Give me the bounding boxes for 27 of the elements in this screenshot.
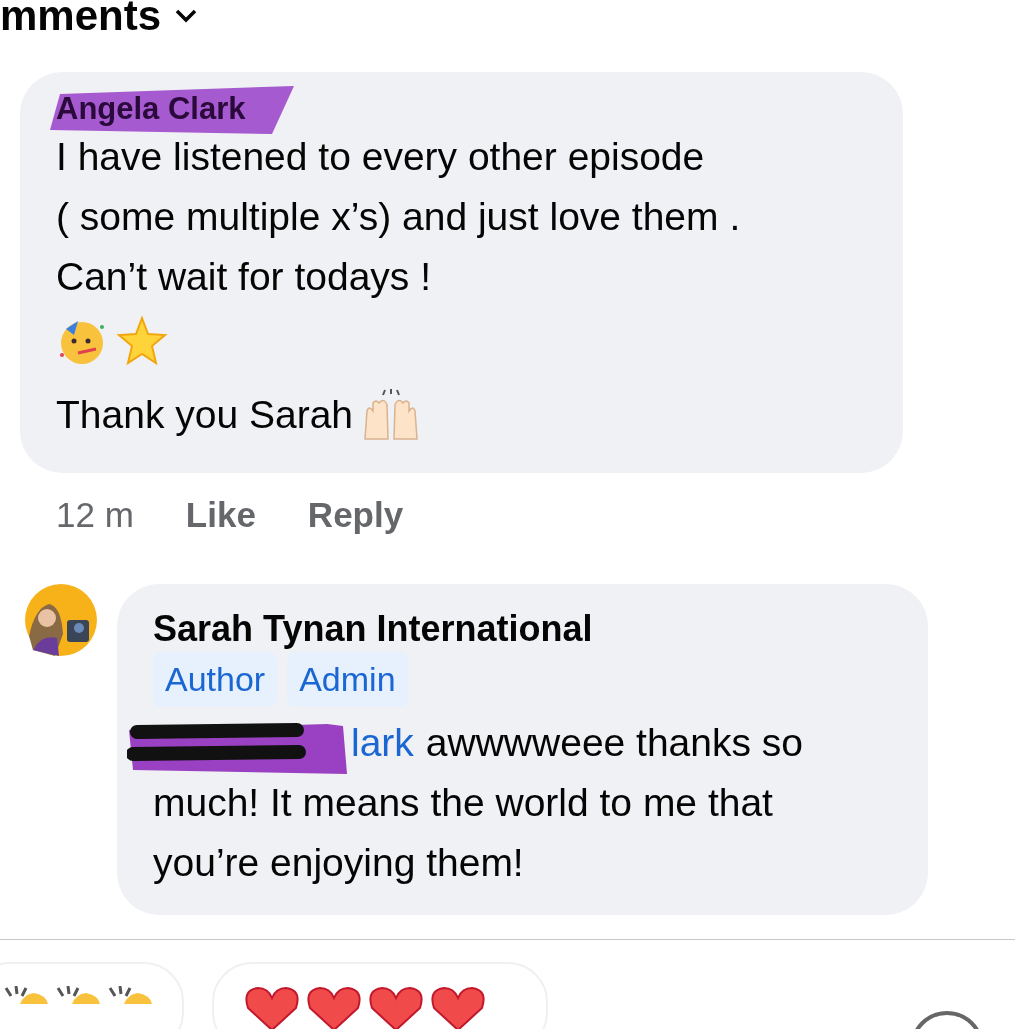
author-name: Sarah Tynan International	[153, 606, 594, 651]
star-icon	[116, 315, 168, 368]
section-title: mments	[0, 0, 162, 37]
comment-action-link[interactable]: Reply	[307, 489, 404, 542]
reply-text: awwwweee thanks so	[425, 720, 804, 767]
heart-icon	[368, 986, 424, 1029]
comment-text: ( some multiple x’s) and just love them .	[56, 194, 742, 241]
timestamp: 12 m	[56, 494, 134, 537]
clapping-hands-icon	[2, 986, 48, 1005]
comment-text: Thank you Sarah	[56, 392, 353, 439]
reply-text: you’re enjoying them!	[153, 841, 524, 885]
heart-icon	[430, 986, 486, 1029]
heart-icon	[244, 986, 300, 1029]
chevron-down-icon	[175, 9, 198, 23]
reaction-suggestion-chip[interactable]	[212, 962, 548, 1029]
comment-text: I have listened to every other episode	[56, 134, 706, 181]
mention-link[interactable]: lark	[351, 713, 414, 774]
author-name: Angela Clark	[56, 91, 246, 126]
clapping-hands-icon	[106, 986, 152, 1005]
role-badge: Author	[153, 652, 278, 708]
heart-icon	[306, 986, 362, 1029]
reply-text: much! It means the world to me that	[153, 781, 773, 825]
comment-action-link[interactable]: Like	[185, 489, 256, 542]
role-badge: Admin	[287, 652, 408, 708]
clapping-hands-icon	[54, 986, 100, 1005]
comment-text: Can’t wait for todays !	[56, 254, 432, 301]
raised-hands-icon	[361, 389, 421, 442]
